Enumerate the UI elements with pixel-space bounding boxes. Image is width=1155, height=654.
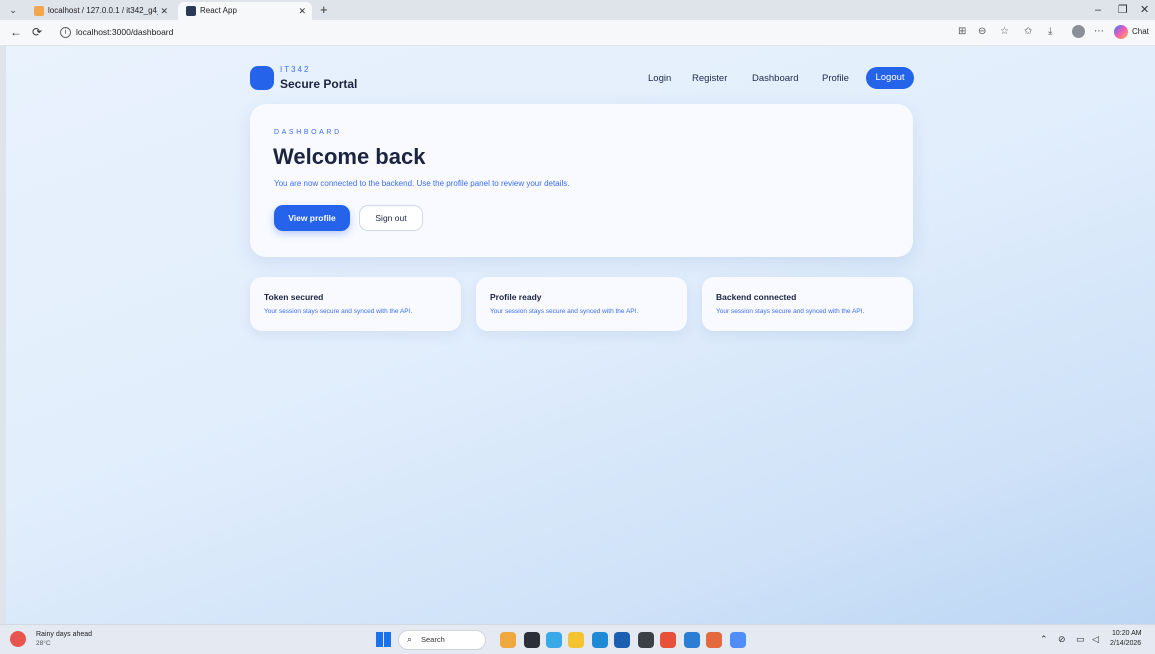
vscode-app-icon[interactable] (684, 632, 700, 648)
section-eyebrow: DASHBOARD (274, 129, 342, 136)
site-info-icon[interactable]: i (60, 27, 71, 38)
edge-browser-icon[interactable] (592, 632, 608, 648)
status-card-profile: Profile ready Your session stays secure … (476, 277, 687, 331)
taskbar-search[interactable]: ⌕ Search (398, 630, 486, 650)
nav-profile[interactable]: Profile (822, 73, 849, 84)
nav-login[interactable]: Login (648, 73, 671, 84)
downloads-icon[interactable]: ⤓ (1048, 26, 1052, 38)
status-card-backend: Backend connected Your session stays sec… (702, 277, 913, 331)
react-favicon-icon (186, 6, 196, 16)
widgets-app-icon[interactable] (500, 632, 516, 648)
status-card-title: Token secured (264, 292, 324, 302)
task-view-icon[interactable] (524, 632, 540, 648)
network-icon[interactable]: ⊘ (1058, 634, 1066, 645)
new-tab-button[interactable]: + (320, 2, 328, 18)
file-explorer-icon[interactable] (568, 632, 584, 648)
tab-title: React App (200, 6, 237, 15)
minimize-button[interactable]: – (1095, 2, 1101, 18)
search-icon: ⌕ (407, 634, 413, 644)
browser-toolbar: ← ⟳ i localhost:3000/dashboard ⊞ ⊖ ☆ ✩ ⤓… (0, 20, 1155, 46)
weather-temperature[interactable]: 28°C (36, 640, 51, 647)
phpmyadmin-favicon-icon (34, 6, 44, 16)
welcome-card: DASHBOARD Welcome back You are now conne… (250, 104, 913, 257)
welcome-subtitle: You are now connected to the backend. Us… (274, 179, 570, 188)
status-card-title: Backend connected (716, 292, 797, 302)
status-card-token: Token secured Your session stays secure … (250, 277, 461, 331)
store-app-icon[interactable] (614, 632, 630, 648)
restore-button[interactable]: ❐ (1118, 2, 1128, 18)
copilot-icon (1114, 25, 1128, 39)
clock-date[interactable]: 2/14/2026 (1110, 640, 1141, 647)
profile-avatar[interactable] (1072, 25, 1085, 38)
status-card-description: Your session stays secure and synced wit… (264, 308, 413, 315)
status-card-title: Profile ready (490, 292, 542, 302)
weather-icon[interactable] (10, 631, 26, 647)
tab-react-app[interactable]: React App ✕ (178, 2, 312, 20)
address-bar[interactable]: i localhost:3000/dashboard (54, 24, 924, 41)
site-header: IT342 Secure Portal Login Register Dashb… (250, 64, 914, 94)
clock-time[interactable]: 10:20 AM (1112, 630, 1142, 637)
display-icon[interactable]: ▭ (1076, 634, 1085, 645)
view-profile-button[interactable]: View profile (274, 205, 350, 231)
tab-actions-chevron-down-icon[interactable]: ⌄ (6, 4, 20, 17)
copilot-label: Chat (1132, 27, 1149, 36)
browser-tab-bar: ⌄ localhost / 127.0.0.1 / it342_g4_s ✕ R… (0, 0, 1155, 20)
volume-icon[interactable]: ◁ (1092, 634, 1099, 645)
status-card-description: Your session stays secure and synced wit… (490, 308, 639, 315)
split-screen-icon[interactable]: ⊞ (958, 26, 966, 38)
terminal-app-icon[interactable] (638, 632, 654, 648)
favorites-icon[interactable]: ✩ (1024, 26, 1032, 38)
reader-view-icon[interactable]: ⊖ (978, 26, 986, 38)
tab-title: localhost / 127.0.0.1 / it342_g4_s (48, 6, 158, 15)
react-devtools-icon[interactable] (730, 632, 746, 648)
nav-dashboard[interactable]: Dashboard (752, 73, 798, 84)
windows-start-icon[interactable] (376, 632, 391, 647)
weather-title[interactable]: Rainy days ahead (36, 631, 92, 638)
more-menu-icon[interactable]: ⋯ (1094, 26, 1104, 38)
logout-button[interactable]: Logout (866, 67, 914, 89)
teams-app-icon[interactable] (546, 632, 562, 648)
tab-close-icon[interactable]: ✕ (298, 2, 306, 20)
page-viewport: IT342 Secure Portal Login Register Dashb… (6, 46, 1155, 624)
brand-eyebrow: IT342 (280, 65, 311, 74)
tab-close-icon[interactable]: ✕ (160, 2, 168, 20)
search-label: Search (421, 635, 445, 644)
status-card-description: Your session stays secure and synced wit… (716, 308, 865, 315)
favorite-star-icon[interactable]: ☆ (1000, 26, 1009, 38)
page-title: Welcome back (273, 144, 426, 169)
url-text[interactable]: localhost:3000/dashboard (76, 24, 173, 41)
chrome-browser-icon[interactable] (660, 632, 676, 648)
brand-name: Secure Portal (280, 77, 358, 91)
nav-register[interactable]: Register (692, 73, 727, 84)
reload-button[interactable]: ⟳ (32, 25, 42, 39)
back-button[interactable]: ← (10, 25, 22, 39)
tray-chevron-up-icon[interactable]: ⌃ (1040, 634, 1048, 645)
windows-taskbar: Rainy days ahead 28°C ⌕ Search ⌃ ⊘ ▭ ◁ 1… (0, 624, 1155, 654)
sign-out-button[interactable]: Sign out (359, 205, 423, 231)
xampp-app-icon[interactable] (706, 632, 722, 648)
brand-logo-icon (250, 66, 274, 90)
tab-phpmyadmin[interactable]: localhost / 127.0.0.1 / it342_g4_s ✕ (26, 2, 174, 20)
window-close-button[interactable]: ✕ (1140, 2, 1149, 18)
